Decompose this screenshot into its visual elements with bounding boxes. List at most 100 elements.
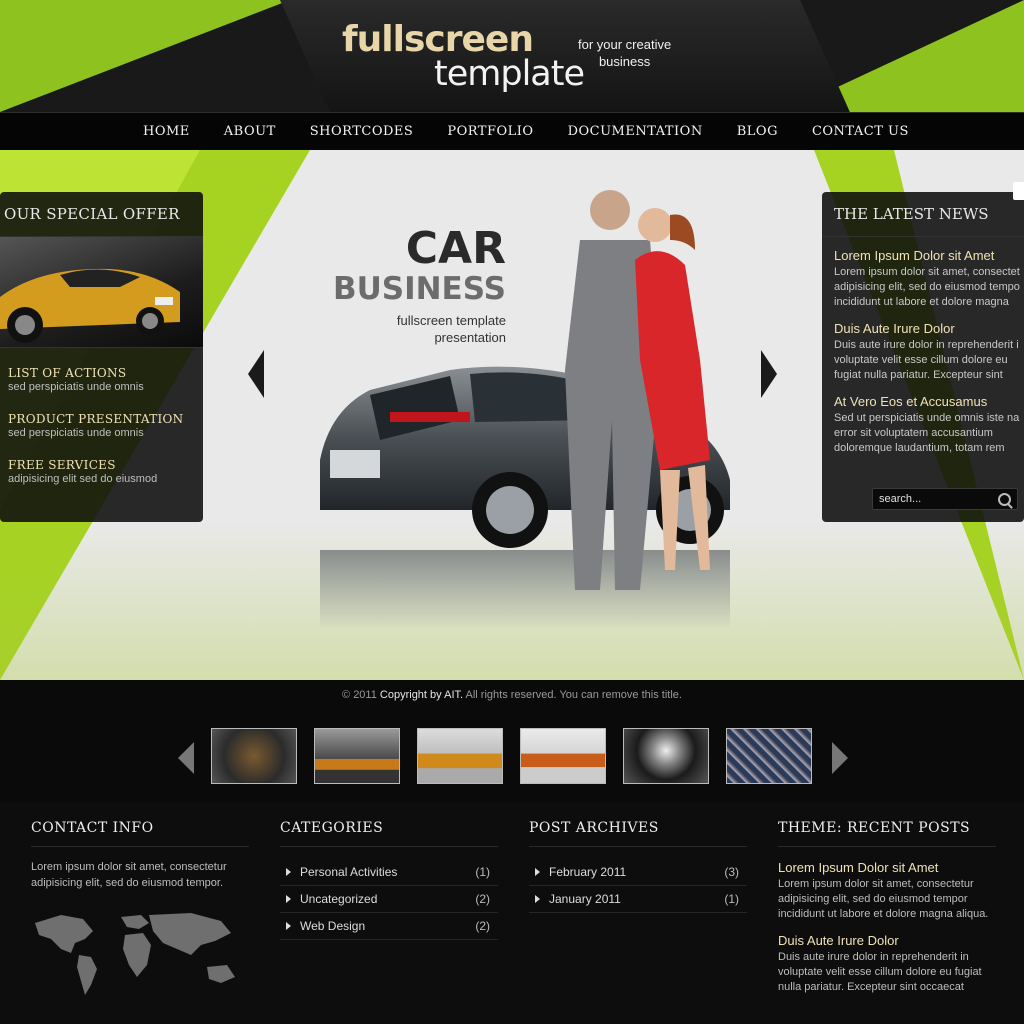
thumbnail-carousel bbox=[0, 712, 1024, 803]
news-item-line: Lorem ipsum dolor sit amet, consectet bbox=[834, 266, 1020, 278]
recent-post: Duis Aute Irure Dolor Duis aute irure do… bbox=[778, 932, 996, 995]
search-box bbox=[872, 488, 1018, 510]
recent-post-title[interactable]: Lorem Ipsum Dolor sit Amet bbox=[778, 859, 996, 877]
news-item-title[interactable]: At Vero Eos et Accusamus bbox=[834, 393, 1024, 411]
search-input[interactable] bbox=[879, 491, 989, 507]
nav-item-about[interactable]: ABOUT bbox=[207, 113, 293, 151]
header: fullscreen template for your creative bu… bbox=[0, 0, 1024, 112]
recent-post-text: Duis aute irure dolor in reprehenderit i… bbox=[778, 951, 982, 993]
offer-item-list-of-actions[interactable]: LIST OF ACTIONS sed perspiciatis unde om… bbox=[0, 366, 203, 394]
archive-count: (1) bbox=[724, 892, 739, 906]
copyright-prefix: © 2011 bbox=[342, 689, 380, 701]
hero-title-business: BUSINESS bbox=[332, 271, 506, 307]
news-item-title[interactable]: Lorem Ipsum Dolor sit Amet bbox=[834, 247, 1024, 265]
carousel-thumbnail-wheel[interactable] bbox=[726, 728, 812, 784]
category-label: Web Design bbox=[300, 919, 366, 933]
tagline-line-1: for your creative bbox=[578, 37, 672, 52]
copyright-suffix: All rights reserved. You can remove this… bbox=[463, 689, 682, 701]
nav-item-documentation[interactable]: DOCUMENTATION bbox=[551, 113, 720, 151]
news-item[interactable]: Duis Aute Irure Dolor Duis aute irure do… bbox=[822, 320, 1024, 383]
news-item[interactable]: Lorem Ipsum Dolor sit Amet Lorem ipsum d… bbox=[822, 247, 1024, 310]
archive-label: February 2011 bbox=[549, 865, 627, 879]
news-item[interactable]: At Vero Eos et Accusamus Sed ut perspici… bbox=[822, 393, 1024, 456]
news-item-line: doloremque laudantium, totam rem bbox=[834, 442, 1005, 454]
search-icon[interactable] bbox=[998, 493, 1011, 506]
sports-car-thumbnail bbox=[0, 268, 180, 343]
news-item-line: adipisicing elit, sed do eiusmod tempo bbox=[834, 281, 1020, 293]
hero-title-block: CAR BUSINESS fullscreen template present… bbox=[330, 226, 506, 346]
nav-item-contact-us[interactable]: CONTACT US bbox=[795, 113, 926, 151]
world-map-icon bbox=[35, 913, 235, 995]
contact-info-text: Lorem ipsum dolor sit amet, consectetur … bbox=[31, 861, 227, 889]
footer-heading: POST ARCHIVES bbox=[529, 820, 747, 847]
nav-item-blog[interactable]: BLOG bbox=[720, 113, 795, 151]
news-item-line: voluptate velit esse cillum dolore eu bbox=[834, 354, 1008, 366]
site-tagline: for your creative business bbox=[578, 36, 671, 70]
category-label: Personal Activities bbox=[300, 865, 398, 879]
carousel-prev-arrow-icon[interactable] bbox=[178, 742, 194, 774]
category-label: Uncategorized bbox=[300, 892, 378, 906]
copyright-bar: © 2011 Copyright by AIT. All rights rese… bbox=[0, 680, 1024, 713]
header-green-stripe-left bbox=[0, 0, 290, 112]
special-offer-car-image[interactable] bbox=[0, 237, 203, 348]
latest-news-heading: THE LATEST NEWS bbox=[822, 192, 1024, 237]
hero-title-car: CAR bbox=[405, 223, 506, 274]
footer-heading: THEME: RECENT POSTS bbox=[778, 820, 996, 847]
archive-count: (3) bbox=[724, 865, 739, 879]
carousel-thumbnail-showroom[interactable] bbox=[314, 728, 400, 784]
main-navigation: HOME ABOUT SHORTCODES PORTFOLIO DOCUMENT… bbox=[0, 112, 1024, 152]
offer-item-free-services[interactable]: FREE SERVICES adipisicing elit sed do ei… bbox=[0, 458, 203, 486]
news-item-line: fugiat nulla pariatur. Excepteur sint bbox=[834, 369, 1003, 381]
news-item-line: Duis aute irure dolor in reprehenderit i bbox=[834, 339, 1019, 351]
special-offer-heading: OUR SPECIAL OFFER bbox=[0, 192, 203, 237]
panel-toggle-tab[interactable] bbox=[1013, 182, 1024, 200]
news-item-line: error sit voluptatem accusantium bbox=[834, 427, 993, 439]
logo-line-2: template bbox=[434, 54, 585, 94]
nav-item-shortcodes[interactable]: SHORTCODES bbox=[293, 113, 431, 151]
footer-heading: CONTACT INFO bbox=[31, 820, 249, 847]
news-item-line: Sed ut perspiciatis unde omnis iste na bbox=[834, 412, 1020, 424]
offer-item-product-presentation[interactable]: PRODUCT PRESENTATION sed perspiciatis un… bbox=[0, 412, 203, 440]
nav-item-home[interactable]: HOME bbox=[126, 113, 207, 151]
carousel-thumbnail-red-car[interactable] bbox=[520, 728, 606, 784]
category-link-uncategorized[interactable]: Uncategorized (2) bbox=[280, 886, 498, 913]
footer-categories: CATEGORIES Personal Activities (1) Uncat… bbox=[280, 820, 498, 940]
hero-subtitle-2: presentation bbox=[434, 330, 506, 345]
hero-subtitle-1: fullscreen template bbox=[396, 313, 506, 328]
footer: CONTACT INFO Lorem ipsum dolor sit amet,… bbox=[0, 802, 1024, 1024]
copyright-owner: Copyright by AIT. bbox=[379, 689, 464, 701]
offer-item-title: LIST OF ACTIONS bbox=[8, 366, 127, 380]
carousel-thumbnail-dashboard[interactable] bbox=[623, 728, 709, 784]
slider-next-arrow-icon[interactable] bbox=[761, 350, 777, 398]
recent-post-text: Lorem ipsum dolor sit amet, consectetur … bbox=[778, 878, 989, 920]
carousel-thumbnail-emblem[interactable] bbox=[211, 728, 297, 784]
carousel-thumbnail-orange-car[interactable] bbox=[417, 728, 503, 784]
archive-link-january-2011[interactable]: January 2011 (1) bbox=[529, 886, 747, 913]
carousel-next-arrow-icon[interactable] bbox=[832, 742, 848, 774]
recent-post: Lorem Ipsum Dolor sit Amet Lorem ipsum d… bbox=[778, 859, 996, 922]
footer-post-archives: POST ARCHIVES February 2011 (3) January … bbox=[529, 820, 747, 913]
site-logo[interactable]: fullscreen template bbox=[342, 19, 585, 94]
recent-post-title[interactable]: Duis Aute Irure Dolor bbox=[778, 932, 996, 950]
news-item-title[interactable]: Duis Aute Irure Dolor bbox=[834, 320, 1024, 338]
special-offer-panel: OUR SPECIAL OFFER LIST OF ACTIONS sed pe… bbox=[0, 192, 203, 522]
category-link-personal-activities[interactable]: Personal Activities (1) bbox=[280, 859, 498, 886]
offer-item-title: PRODUCT PRESENTATION bbox=[8, 412, 184, 426]
latest-news-panel: THE LATEST NEWS Lorem Ipsum Dolor sit Am… bbox=[822, 192, 1024, 522]
logo-line-1: fullscreen bbox=[342, 19, 534, 60]
nav-item-portfolio[interactable]: PORTFOLIO bbox=[430, 113, 550, 151]
slider-prev-arrow-icon[interactable] bbox=[248, 350, 264, 398]
category-count: (1) bbox=[475, 865, 490, 879]
offer-item-text: sed perspiciatis unde omnis bbox=[8, 427, 144, 439]
offer-item-text: adipisicing elit sed do eiusmod bbox=[8, 473, 158, 485]
category-count: (2) bbox=[475, 919, 490, 933]
footer-heading: CATEGORIES bbox=[280, 820, 498, 847]
archive-label: January 2011 bbox=[549, 892, 621, 906]
archive-link-february-2011[interactable]: February 2011 (3) bbox=[529, 859, 747, 886]
category-link-web-design[interactable]: Web Design (2) bbox=[280, 913, 498, 940]
category-count: (2) bbox=[475, 892, 490, 906]
offer-item-text: sed perspiciatis unde omnis bbox=[8, 381, 144, 393]
news-item-line: incididunt ut labore et dolore magna bbox=[834, 296, 1009, 308]
footer-recent-posts: THEME: RECENT POSTS Lorem Ipsum Dolor si… bbox=[778, 820, 996, 1005]
offer-item-title: FREE SERVICES bbox=[8, 458, 116, 472]
